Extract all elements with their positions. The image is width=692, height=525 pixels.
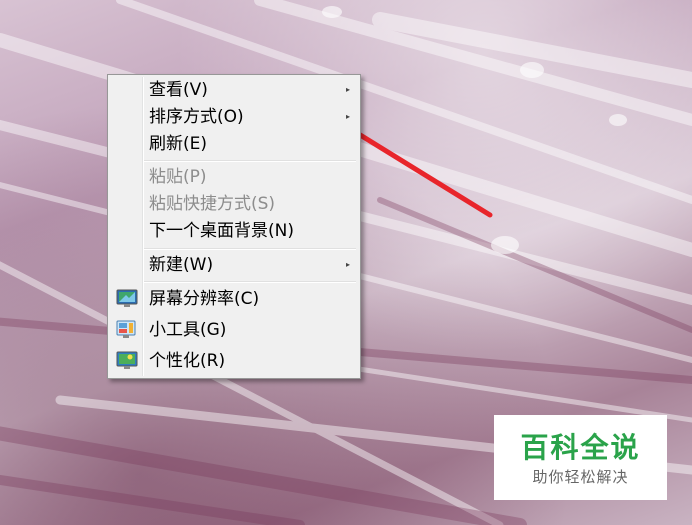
- personalize-icon: [116, 351, 138, 369]
- watermark-title: 百科全说: [520, 431, 641, 464]
- menu-item-gadgets[interactable]: 小工具(G): [110, 317, 358, 343]
- menu-item-personalize[interactable]: 个性化(R): [110, 348, 358, 374]
- menu-item-label: 排序方式(O): [149, 107, 244, 127]
- menu-item-label: 小工具(G): [149, 320, 227, 340]
- menu-item-label: 粘贴(P): [149, 167, 207, 187]
- submenu-arrow-icon: ▸: [345, 85, 350, 94]
- menu-item-refresh[interactable]: 刷新(E): [110, 131, 358, 157]
- gadgets-icon: [116, 320, 136, 338]
- menu-item-label: 刷新(E): [149, 134, 208, 154]
- menu-item-new[interactable]: 新建(W) ▸: [110, 252, 358, 278]
- menu-item-label: 查看(V): [149, 80, 208, 100]
- watermark-subtitle: 助你轻松解决: [532, 468, 629, 486]
- menu-item-label: 新建(W): [149, 255, 214, 275]
- menu-item-label: 屏幕分辨率(C): [149, 289, 260, 309]
- submenu-arrow-icon: ▸: [345, 260, 350, 269]
- submenu-arrow-icon: ▸: [345, 112, 350, 121]
- menu-item-screen-resolution[interactable]: 屏幕分辨率(C): [110, 286, 358, 312]
- menu-item-label: 个性化(R): [149, 351, 226, 371]
- screen-resolution-icon: [116, 289, 138, 307]
- menu-item-view[interactable]: 查看(V) ▸: [110, 77, 358, 103]
- menu-separator: [144, 160, 356, 162]
- desktop-background[interactable]: 查看(V) ▸ 排序方式(O) ▸ 刷新(E) 粘贴(P) 粘贴快捷方式(S) …: [0, 0, 692, 525]
- menu-item-paste[interactable]: 粘贴(P): [110, 164, 358, 190]
- menu-separator: [144, 281, 356, 283]
- menu-item-label: 粘贴快捷方式(S): [149, 194, 276, 214]
- menu-item-label: 下一个桌面背景(N): [149, 221, 294, 241]
- menu-item-paste-shortcut[interactable]: 粘贴快捷方式(S): [110, 191, 358, 217]
- desktop-context-menu: 查看(V) ▸ 排序方式(O) ▸ 刷新(E) 粘贴(P) 粘贴快捷方式(S) …: [107, 74, 361, 379]
- menu-item-sort-by[interactable]: 排序方式(O) ▸: [110, 104, 358, 130]
- menu-separator: [144, 248, 356, 250]
- menu-item-next-desktop-background[interactable]: 下一个桌面背景(N): [110, 218, 358, 244]
- watermark-badge: 百科全说 助你轻松解决: [494, 415, 667, 500]
